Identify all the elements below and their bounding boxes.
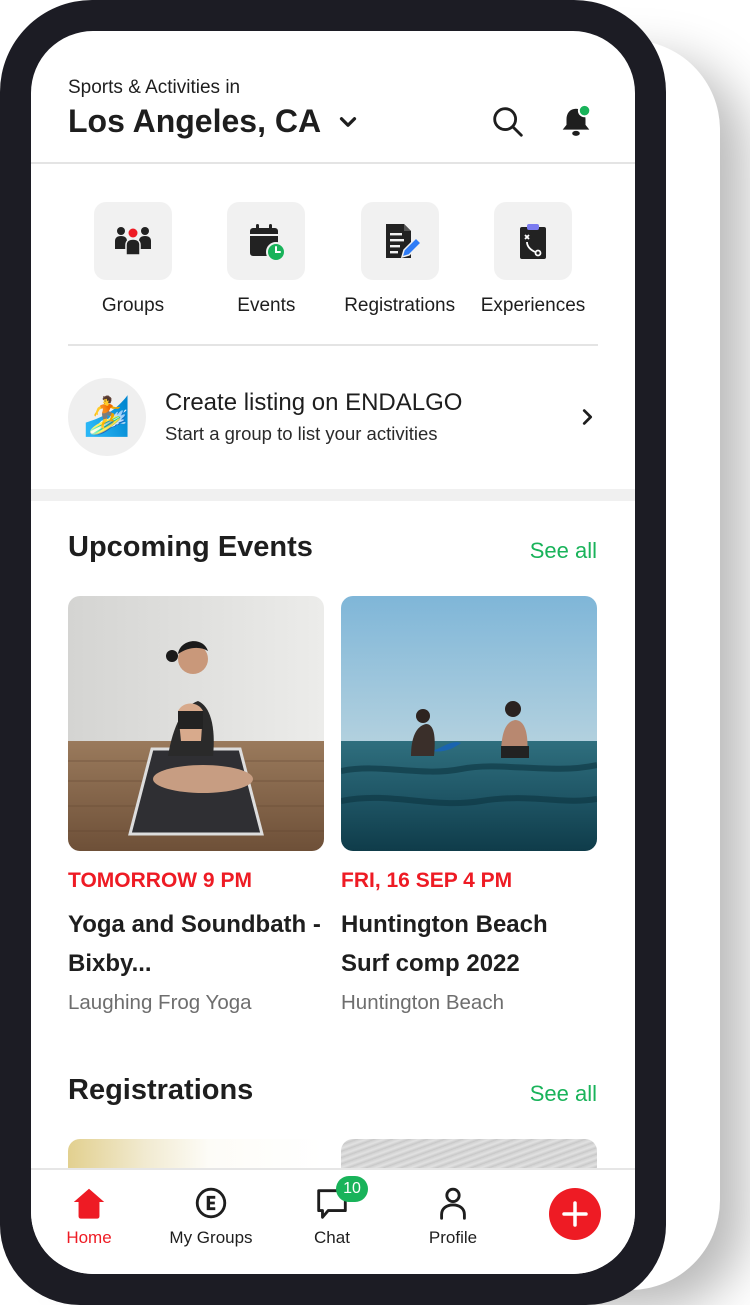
city-name: Los Angeles, CA — [68, 103, 322, 139]
calendar-clock-icon — [250, 224, 287, 262]
event-date: TOMORROW 9 PM — [68, 869, 252, 892]
event-organizer: Huntington Beach — [341, 991, 504, 1014]
tab-home[interactable]: Home — [39, 1184, 139, 1248]
category-label: Groups — [101, 295, 165, 316]
create-button[interactable] — [549, 1188, 601, 1240]
header-divider — [31, 162, 635, 164]
event-title: Yoga and Soundbath - Bixby... — [68, 911, 321, 977]
app-screen: Sports & Activities in Los Angeles, CA G… — [31, 31, 635, 1274]
category-registrations[interactable]: Registrations — [335, 202, 465, 317]
location-selector[interactable]: Los Angeles, CA — [68, 103, 361, 140]
plus-icon — [562, 1201, 588, 1227]
event-card[interactable]: FRI, 16 SEP 4 PM Huntington Beach Surf c… — [341, 596, 597, 1015]
tab-label: My Groups — [169, 1228, 253, 1247]
notification-bell-icon[interactable] — [557, 103, 595, 141]
tab-chat[interactable]: 10 Chat — [282, 1176, 382, 1248]
home-icon — [73, 1188, 105, 1219]
person-icon — [440, 1187, 466, 1220]
tab-my-groups[interactable]: My Groups — [161, 1184, 261, 1248]
endalgo-logo-icon — [195, 1187, 227, 1219]
search-icon[interactable] — [489, 103, 527, 141]
section-separator — [31, 489, 635, 501]
event-card[interactable]: TOMORROW 9 PM Yoga and Soundbath - Bixby… — [68, 596, 324, 1015]
chevron-down-icon — [339, 116, 357, 127]
upcoming-events-heading: Upcoming Events — [68, 531, 313, 563]
clipboard-play-icon — [519, 224, 546, 259]
chevron-right-icon — [582, 409, 593, 425]
category-label: Events — [237, 295, 296, 316]
category-grid: Groups Events Registrations Experiences — [68, 202, 598, 317]
promo-subtitle: Start a group to list your activities — [165, 423, 438, 444]
groups-icon — [115, 227, 151, 256]
document-pen-icon — [385, 224, 422, 259]
promo-title: Create listing on ENDALGO — [165, 389, 463, 416]
tab-label: Chat — [314, 1228, 350, 1247]
surfer-icon: 🏄 — [68, 378, 146, 456]
event-date: FRI, 16 SEP 4 PM — [341, 869, 513, 892]
surf-photo — [341, 596, 597, 851]
event-title: Huntington Beach Surf comp 2022 — [341, 911, 548, 977]
category-groups[interactable]: Groups — [68, 202, 198, 317]
registrations-see-all-link[interactable]: See all — [530, 1081, 597, 1107]
categories-divider — [68, 344, 598, 346]
tab-label: Profile — [428, 1228, 478, 1247]
location-label: Sports & Activities in — [68, 77, 241, 98]
registrations-heading: Registrations — [68, 1074, 254, 1106]
event-organizer: Laughing Frog Yoga — [68, 991, 252, 1014]
tab-label: Home — [66, 1228, 112, 1247]
category-label: Registrations — [344, 295, 456, 316]
bottom-tab-bar: Home My Groups 10 Chat Profile — [31, 1168, 635, 1274]
phone-frame: Sports & Activities in Los Angeles, CA G… — [0, 0, 666, 1305]
upcoming-see-all-link[interactable]: See all — [530, 538, 597, 564]
category-events[interactable]: Events — [201, 202, 331, 317]
category-label: Experiences — [480, 295, 586, 316]
tab-profile[interactable]: Profile — [403, 1184, 503, 1248]
create-listing-banner[interactable]: 🏄 Create listing on ENDALGO Start a grou… — [68, 378, 598, 456]
category-experiences[interactable]: Experiences — [468, 202, 598, 317]
chat-unread-badge: 10 — [336, 1176, 368, 1202]
yoga-photo — [68, 596, 324, 851]
